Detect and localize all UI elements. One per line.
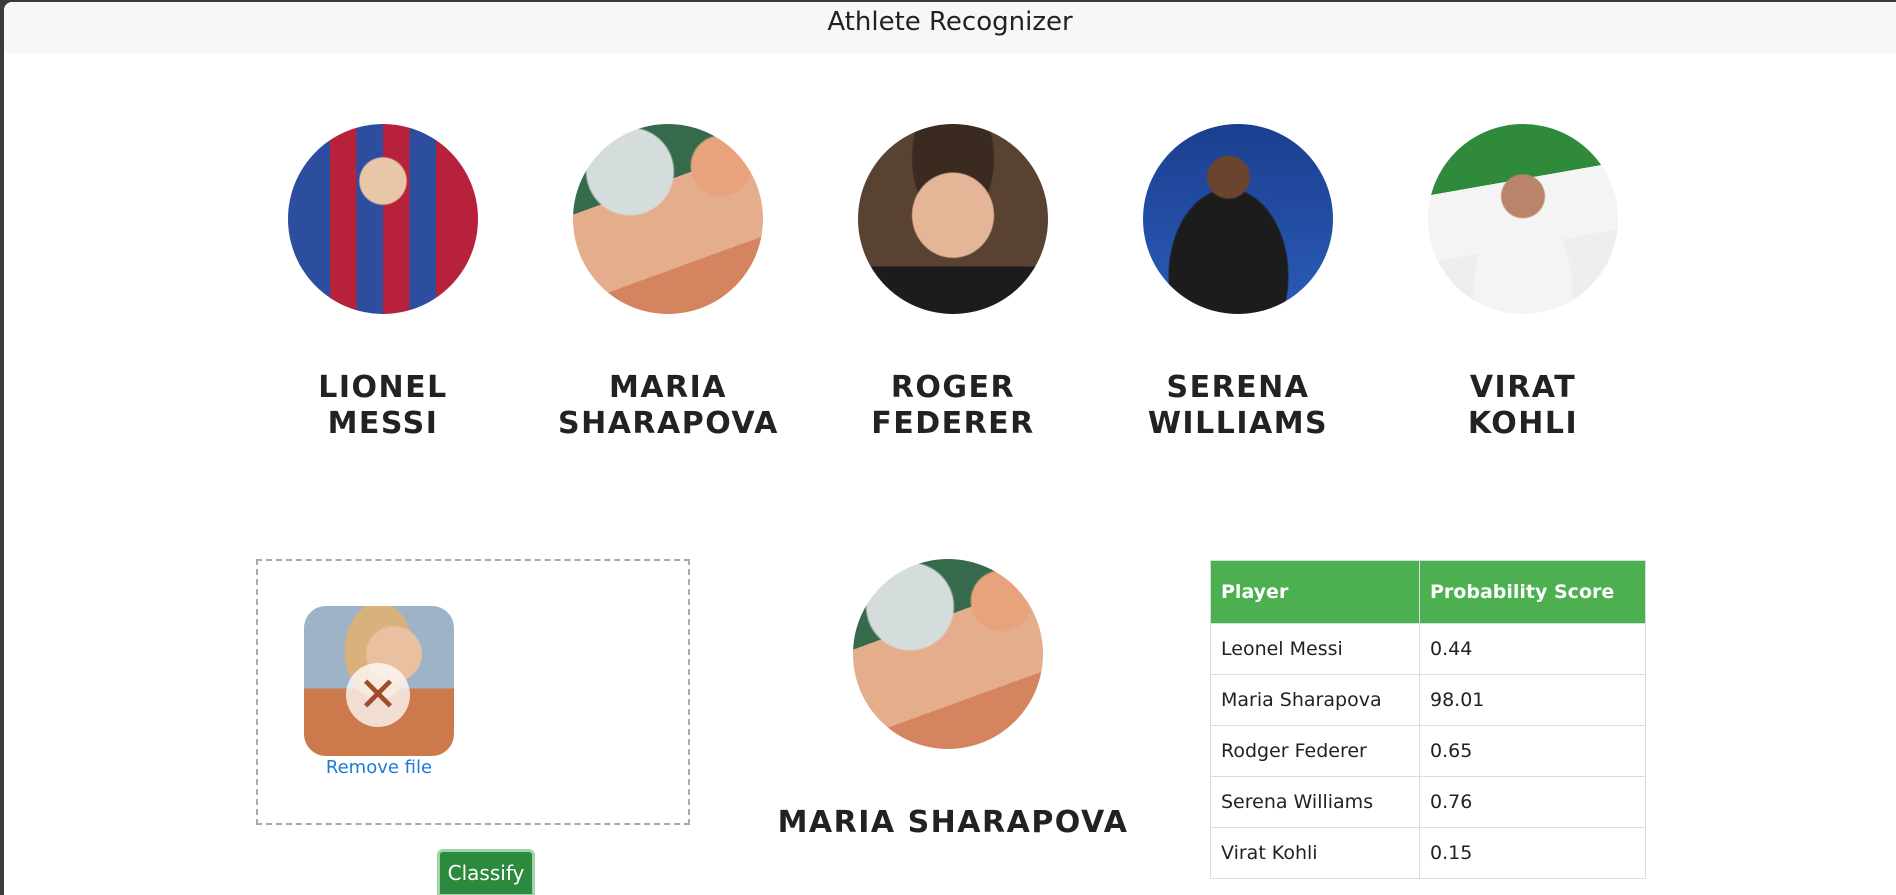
athlete-card-serena: SERENA WILLIAMS <box>1128 124 1348 442</box>
table-row: Virat Kohli 0.15 <box>1210 827 1646 879</box>
athlete-photo-sharapova <box>573 124 763 314</box>
athlete-name-serena: SERENA WILLIAMS <box>1147 370 1329 441</box>
score-cell: 0.76 <box>1419 776 1646 828</box>
file-dropzone[interactable]: ✕ Remove file <box>256 559 690 825</box>
athlete-card-messi: LIONEL MESSI <box>273 124 493 442</box>
athlete-photo-messi <box>288 124 478 314</box>
navbar: Athlete Recognizer <box>4 2 1896 53</box>
athlete-name-federer: ROGER FEDERER <box>871 370 1035 441</box>
athlete-photo-kohli <box>1428 124 1618 314</box>
close-icon[interactable]: ✕ <box>346 663 410 727</box>
remove-file-link[interactable]: Remove file <box>258 757 500 778</box>
athlete-name-messi: LIONEL MESSI <box>318 370 448 441</box>
athlete-name-sharapova: MARIA SHARAPOVA <box>558 370 779 441</box>
score-cell: 98.01 <box>1419 674 1646 726</box>
table-header-probability: Probability Score <box>1419 560 1646 624</box>
athlete-card-federer: ROGER FEDERER <box>843 124 1063 442</box>
result-photo <box>853 559 1043 749</box>
table-row: Rodger Federer 0.65 <box>1210 725 1646 777</box>
app-window: Athlete Recognizer LIONEL MESSI MARIA SH… <box>4 2 1896 895</box>
uploaded-image-thumbnail: ✕ <box>304 606 454 756</box>
athlete-photo-federer <box>858 124 1048 314</box>
player-cell: Rodger Federer <box>1210 725 1420 777</box>
table-header-player: Player <box>1210 560 1420 624</box>
athlete-photo-serena <box>1143 124 1333 314</box>
table-row: Maria Sharapova 98.01 <box>1210 674 1646 726</box>
athlete-card-kohli: VIRAT KOHLI <box>1413 124 1633 442</box>
app-title: Athlete Recognizer <box>827 6 1073 37</box>
player-cell: Virat Kohli <box>1210 827 1420 879</box>
table-row: Serena Williams 0.76 <box>1210 776 1646 828</box>
player-cell: Serena Williams <box>1210 776 1420 828</box>
player-cell: Leonel Messi <box>1210 623 1420 675</box>
athlete-name-kohli: VIRAT KOHLI <box>1467 370 1579 441</box>
score-cell: 0.65 <box>1419 725 1646 777</box>
score-cell: 0.44 <box>1419 623 1646 675</box>
probability-table: Player Probability Score Leonel Messi 0.… <box>1210 560 1646 879</box>
result-name: MARIA SHARAPOVA <box>777 805 1129 840</box>
player-cell: Maria Sharapova <box>1210 674 1420 726</box>
table-row: Leonel Messi 0.44 <box>1210 623 1646 675</box>
table-header-row: Player Probability Score <box>1210 560 1646 624</box>
athlete-card-sharapova: MARIA SHARAPOVA <box>558 124 778 442</box>
score-cell: 0.15 <box>1419 827 1646 879</box>
classify-button[interactable]: Classify <box>437 849 535 895</box>
